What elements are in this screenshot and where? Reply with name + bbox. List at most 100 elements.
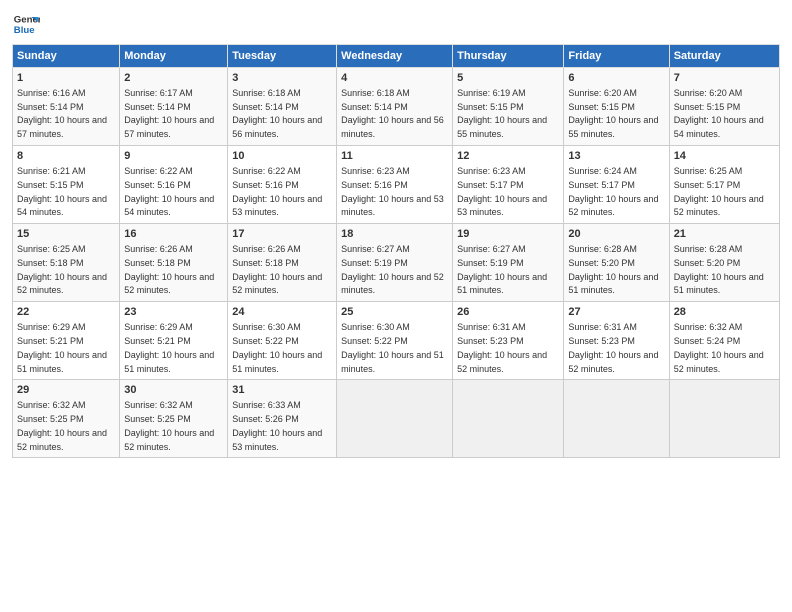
calendar-cell	[564, 380, 669, 458]
col-header-thursday: Thursday	[453, 45, 564, 68]
day-number: 12	[457, 149, 559, 164]
day-number: 20	[568, 227, 664, 242]
week-row-3: 15 Sunrise: 6:25 AMSunset: 5:18 PMDayligh…	[13, 224, 780, 302]
logo-icon: General Blue	[12, 10, 40, 38]
day-info: Sunrise: 6:25 AMSunset: 5:18 PMDaylight:…	[17, 244, 107, 295]
logo: General Blue	[12, 10, 40, 38]
calendar-cell: 7 Sunrise: 6:20 AMSunset: 5:15 PMDaylight…	[669, 68, 779, 146]
calendar-cell: 28Sunrise: 6:32 AMSunset: 5:24 PMDayligh…	[669, 302, 779, 380]
calendar-cell: 9 Sunrise: 6:22 AMSunset: 5:16 PMDaylight…	[120, 146, 228, 224]
col-header-tuesday: Tuesday	[228, 45, 337, 68]
day-info: Sunrise: 6:24 AMSunset: 5:17 PMDaylight:…	[568, 166, 658, 217]
day-info: Sunrise: 6:27 AMSunset: 5:19 PMDaylight:…	[457, 244, 547, 295]
day-info: Sunrise: 6:21 AMSunset: 5:15 PMDaylight:…	[17, 166, 107, 217]
calendar-cell: 18 Sunrise: 6:27 AMSunset: 5:19 PMDayligh…	[337, 224, 453, 302]
day-number: 4	[341, 71, 448, 86]
col-header-wednesday: Wednesday	[337, 45, 453, 68]
calendar-cell: 11 Sunrise: 6:23 AMSunset: 5:16 PMDayligh…	[337, 146, 453, 224]
col-header-monday: Monday	[120, 45, 228, 68]
day-number: 13	[568, 149, 664, 164]
calendar-cell: 29 Sunrise: 6:32 AMSunset: 5:25 PMDayligh…	[13, 380, 120, 458]
day-number: 17	[232, 227, 332, 242]
day-info: Sunrise: 6:20 AMSunset: 5:15 PMDaylight:…	[674, 88, 764, 139]
day-number: 8	[17, 149, 115, 164]
day-info: Sunrise: 6:30 AMSunset: 5:22 PMDaylight:…	[341, 322, 444, 373]
week-row-1: 1 Sunrise: 6:16 AMSunset: 5:14 PMDaylight…	[13, 68, 780, 146]
header-row-table: SundayMondayTuesdayWednesdayThursdayFrid…	[13, 45, 780, 68]
week-row-2: 8 Sunrise: 6:21 AMSunset: 5:15 PMDaylight…	[13, 146, 780, 224]
calendar-cell: 2 Sunrise: 6:17 AMSunset: 5:14 PMDaylight…	[120, 68, 228, 146]
day-number: 14	[674, 149, 775, 164]
day-info: Sunrise: 6:29 AMSunset: 5:21 PMDaylight:…	[124, 322, 214, 373]
calendar-cell: 15 Sunrise: 6:25 AMSunset: 5:18 PMDayligh…	[13, 224, 120, 302]
day-info: Sunrise: 6:31 AMSunset: 5:23 PMDaylight:…	[457, 322, 547, 373]
day-info: Sunrise: 6:32 AMSunset: 5:25 PMDaylight:…	[124, 400, 214, 451]
calendar-cell: 10 Sunrise: 6:22 AMSunset: 5:16 PMDayligh…	[228, 146, 337, 224]
day-info: Sunrise: 6:28 AMSunset: 5:20 PMDaylight:…	[674, 244, 764, 295]
day-info: Sunrise: 6:17 AMSunset: 5:14 PMDaylight:…	[124, 88, 214, 139]
day-info: Sunrise: 6:27 AMSunset: 5:19 PMDaylight:…	[341, 244, 444, 295]
calendar-cell: 19 Sunrise: 6:27 AMSunset: 5:19 PMDayligh…	[453, 224, 564, 302]
day-info: Sunrise: 6:25 AMSunset: 5:17 PMDaylight:…	[674, 166, 764, 217]
calendar-cell: 23 Sunrise: 6:29 AMSunset: 5:21 PMDayligh…	[120, 302, 228, 380]
day-number: 31	[232, 383, 332, 398]
day-info: Sunrise: 6:23 AMSunset: 5:16 PMDaylight:…	[341, 166, 444, 217]
day-number: 6	[568, 71, 664, 86]
day-number: 26	[457, 305, 559, 320]
calendar-cell: 5 Sunrise: 6:19 AMSunset: 5:15 PMDaylight…	[453, 68, 564, 146]
day-info: Sunrise: 6:18 AMSunset: 5:14 PMDaylight:…	[232, 88, 322, 139]
calendar-cell: 22Sunrise: 6:29 AMSunset: 5:21 PMDayligh…	[13, 302, 120, 380]
col-header-sunday: Sunday	[13, 45, 120, 68]
calendar-cell: 26 Sunrise: 6:31 AMSunset: 5:23 PMDayligh…	[453, 302, 564, 380]
day-info: Sunrise: 6:29 AMSunset: 5:21 PMDaylight:…	[17, 322, 107, 373]
calendar-cell: 24 Sunrise: 6:30 AMSunset: 5:22 PMDayligh…	[228, 302, 337, 380]
day-number: 7	[674, 71, 775, 86]
day-number: 27	[568, 305, 664, 320]
day-number: 3	[232, 71, 332, 86]
day-info: Sunrise: 6:19 AMSunset: 5:15 PMDaylight:…	[457, 88, 547, 139]
calendar-cell: 31 Sunrise: 6:33 AMSunset: 5:26 PMDayligh…	[228, 380, 337, 458]
day-info: Sunrise: 6:33 AMSunset: 5:26 PMDaylight:…	[232, 400, 322, 451]
day-info: Sunrise: 6:28 AMSunset: 5:20 PMDaylight:…	[568, 244, 658, 295]
day-number: 29	[17, 383, 115, 398]
col-header-saturday: Saturday	[669, 45, 779, 68]
week-row-4: 22Sunrise: 6:29 AMSunset: 5:21 PMDayligh…	[13, 302, 780, 380]
week-row-5: 29 Sunrise: 6:32 AMSunset: 5:25 PMDayligh…	[13, 380, 780, 458]
day-info: Sunrise: 6:23 AMSunset: 5:17 PMDaylight:…	[457, 166, 547, 217]
day-number: 30	[124, 383, 223, 398]
day-number: 10	[232, 149, 332, 164]
day-info: Sunrise: 6:18 AMSunset: 5:14 PMDaylight:…	[341, 88, 444, 139]
day-number: 19	[457, 227, 559, 242]
day-number: 1	[17, 71, 115, 86]
day-info: Sunrise: 6:31 AMSunset: 5:23 PMDaylight:…	[568, 322, 658, 373]
day-number: 16	[124, 227, 223, 242]
calendar-cell	[669, 380, 779, 458]
day-info: Sunrise: 6:30 AMSunset: 5:22 PMDaylight:…	[232, 322, 322, 373]
calendar-cell: 27 Sunrise: 6:31 AMSunset: 5:23 PMDayligh…	[564, 302, 669, 380]
calendar-cell: 3 Sunrise: 6:18 AMSunset: 5:14 PMDaylight…	[228, 68, 337, 146]
calendar-cell: 14 Sunrise: 6:25 AMSunset: 5:17 PMDayligh…	[669, 146, 779, 224]
day-number: 23	[124, 305, 223, 320]
day-number: 28	[674, 305, 775, 320]
day-info: Sunrise: 6:32 AMSunset: 5:25 PMDaylight:…	[17, 400, 107, 451]
calendar-cell: 4 Sunrise: 6:18 AMSunset: 5:14 PMDaylight…	[337, 68, 453, 146]
day-number: 15	[17, 227, 115, 242]
calendar-cell: 1 Sunrise: 6:16 AMSunset: 5:14 PMDaylight…	[13, 68, 120, 146]
day-info: Sunrise: 6:22 AMSunset: 5:16 PMDaylight:…	[232, 166, 322, 217]
calendar-cell: 30 Sunrise: 6:32 AMSunset: 5:25 PMDayligh…	[120, 380, 228, 458]
day-number: 11	[341, 149, 448, 164]
day-info: Sunrise: 6:22 AMSunset: 5:16 PMDaylight:…	[124, 166, 214, 217]
calendar-cell: 20 Sunrise: 6:28 AMSunset: 5:20 PMDayligh…	[564, 224, 669, 302]
calendar-cell: 25Sunrise: 6:30 AMSunset: 5:22 PMDayligh…	[337, 302, 453, 380]
header-row: General Blue	[12, 10, 780, 38]
day-number: 9	[124, 149, 223, 164]
day-number: 18	[341, 227, 448, 242]
day-info: Sunrise: 6:20 AMSunset: 5:15 PMDaylight:…	[568, 88, 658, 139]
day-number: 2	[124, 71, 223, 86]
calendar-cell: 21 Sunrise: 6:28 AMSunset: 5:20 PMDayligh…	[669, 224, 779, 302]
day-info: Sunrise: 6:16 AMSunset: 5:14 PMDaylight:…	[17, 88, 107, 139]
svg-text:Blue: Blue	[14, 25, 35, 36]
day-number: 21	[674, 227, 775, 242]
day-number: 5	[457, 71, 559, 86]
day-number: 24	[232, 305, 332, 320]
